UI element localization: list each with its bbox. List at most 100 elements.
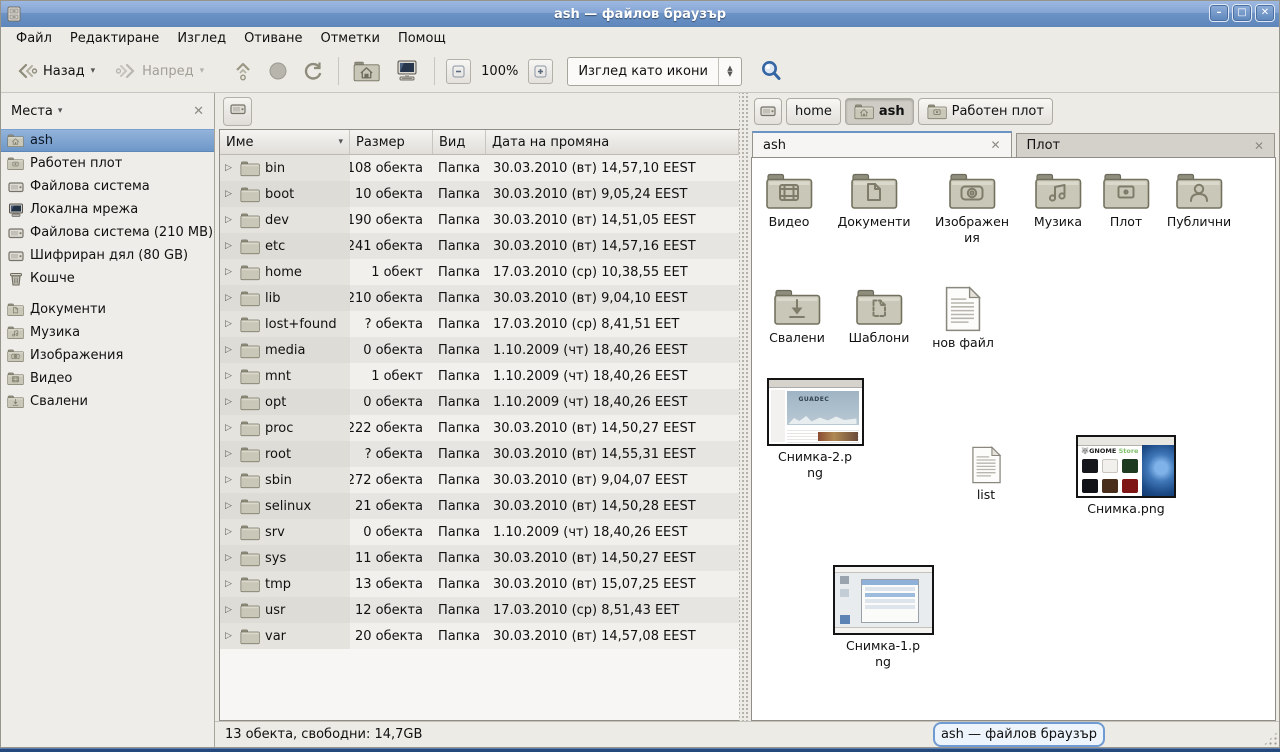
tree-row-usr[interactable]: ▷usr12 обектаПапка17.03.2010 (ср) 8,51,4… bbox=[220, 597, 739, 623]
zoom-in-button[interactable] bbox=[528, 59, 553, 84]
expander-icon[interactable]: ▷ bbox=[225, 449, 235, 459]
tree-row-etc[interactable]: ▷etc241 обектаПапка30.03.2010 (вт) 14,57… bbox=[220, 233, 739, 259]
maximize-button[interactable]: □ bbox=[1232, 4, 1252, 22]
search-button[interactable] bbox=[752, 55, 790, 87]
expander-icon[interactable]: ▷ bbox=[225, 501, 235, 511]
file-item-Документи[interactable]: Документи bbox=[826, 170, 922, 230]
file-item-Снимка-1.png[interactable]: Снимка-1.png bbox=[835, 565, 931, 669]
expander-icon[interactable]: ▷ bbox=[225, 397, 235, 407]
expander-icon[interactable]: ▷ bbox=[225, 631, 235, 641]
tab-ash[interactable]: ash✕ bbox=[752, 131, 1012, 157]
tree-row-boot[interactable]: ▷boot10 обектаПапка30.03.2010 (вт) 9,05,… bbox=[220, 181, 739, 207]
breadcrumb-ash[interactable]: ash bbox=[845, 98, 914, 125]
tree-row-mnt[interactable]: ▷mnt1 обектПапка1.10.2009 (чт) 18,40,26 … bbox=[220, 363, 739, 389]
expander-icon[interactable]: ▷ bbox=[225, 267, 235, 277]
menu-item-3[interactable]: Отиване bbox=[235, 29, 311, 48]
column-header-Име[interactable]: Име▾ bbox=[220, 130, 350, 154]
tree-row-dev[interactable]: ▷dev190 обектаПапка30.03.2010 (вт) 14,51… bbox=[220, 207, 739, 233]
sidebar-item-Свалени[interactable]: Свалени bbox=[1, 390, 214, 413]
resize-grip[interactable] bbox=[1263, 731, 1278, 746]
taskbar-window-button[interactable]: ash — файлов браузър bbox=[933, 722, 1105, 747]
tree-row-opt[interactable]: ▷opt0 обектаПапка1.10.2009 (чт) 18,40,26… bbox=[220, 389, 739, 415]
column-header-Размер[interactable]: Размер bbox=[350, 130, 433, 154]
menu-item-1[interactable]: Редактиране bbox=[61, 29, 168, 48]
file-item-Шаблони[interactable]: Шаблони bbox=[831, 286, 927, 346]
file-item-Публични[interactable]: Публични bbox=[1151, 170, 1247, 230]
zoom-out-button[interactable] bbox=[446, 59, 471, 84]
sidebar-item-Изображения[interactable]: Изображения bbox=[1, 344, 214, 367]
tree-row-tmp[interactable]: ▷tmp13 обектаПапка30.03.2010 (вт) 15,07,… bbox=[220, 571, 739, 597]
titlebar[interactable]: ash — файлов браузър – □ ✕ bbox=[1, 1, 1279, 28]
file-item-Снимка.png[interactable]: 🐺GNOME StoreСнимка.png bbox=[1078, 435, 1174, 517]
sidebar-close-icon[interactable]: ✕ bbox=[193, 104, 204, 119]
breadcrumb-Работен плот[interactable]: Работен плот bbox=[918, 98, 1053, 125]
expander-icon[interactable]: ▷ bbox=[225, 423, 235, 433]
tree-row-selinux[interactable]: ▷selinux21 обектаПапка30.03.2010 (вт) 14… bbox=[220, 493, 739, 519]
computer-button[interactable] bbox=[387, 54, 427, 88]
file-item-list[interactable]: list bbox=[938, 446, 1034, 503]
sidebar-item-Файлова система[interactable]: Файлова система bbox=[1, 175, 214, 198]
root-location-button[interactable] bbox=[223, 97, 252, 126]
tree-row-var[interactable]: ▷var20 обектаПапка30.03.2010 (вт) 14,57,… bbox=[220, 623, 739, 649]
file-item-Снимка-2.png[interactable]: GUADECСнимка-2.png bbox=[767, 378, 863, 480]
tree-row-srv[interactable]: ▷srv0 обектаПапка1.10.2009 (чт) 18,40,26… bbox=[220, 519, 739, 545]
sidebar-item-Шифриран дял (80 GB)[interactable]: Шифриран дял (80 GB) bbox=[1, 244, 214, 267]
back-button[interactable]: Назад ▾ bbox=[9, 58, 102, 84]
expander-icon[interactable]: ▷ bbox=[225, 319, 235, 329]
expander-icon[interactable]: ▷ bbox=[225, 579, 235, 589]
tab-close-icon[interactable]: ✕ bbox=[990, 138, 1000, 152]
menu-item-0[interactable]: Файл bbox=[7, 29, 61, 48]
sidebar-item-Файлова система (210 MB)[interactable]: Файлова система (210 MB) bbox=[1, 221, 214, 244]
expander-icon[interactable]: ▷ bbox=[225, 189, 235, 199]
tree-row-sys[interactable]: ▷sys11 обектаПапка30.03.2010 (вт) 14,50,… bbox=[220, 545, 739, 571]
tree-row-root[interactable]: ▷root? обектаПапка30.03.2010 (вт) 14,55,… bbox=[220, 441, 739, 467]
tab-Плот[interactable]: Плот✕ bbox=[1016, 133, 1276, 157]
sidebar-item-Документи[interactable]: Документи bbox=[1, 298, 214, 321]
file-item-Изображения[interactable]: Изображения bbox=[924, 170, 1020, 245]
expander-icon[interactable]: ▷ bbox=[225, 163, 235, 173]
pane-splitter[interactable] bbox=[739, 93, 748, 721]
column-header-Дата на промяна[interactable]: Дата на промяна bbox=[486, 130, 739, 154]
close-button[interactable]: ✕ bbox=[1255, 4, 1275, 22]
breadcrumb-root[interactable] bbox=[754, 98, 782, 125]
tree-row-bin[interactable]: ▷bin108 обектаПапка30.03.2010 (вт) 14,57… bbox=[220, 155, 739, 181]
up-button[interactable] bbox=[225, 56, 261, 86]
tree-row-lost+found[interactable]: ▷lost+found? обектаПапка17.03.2010 (ср) … bbox=[220, 311, 739, 337]
sidebar-item-ash[interactable]: ash bbox=[1, 129, 214, 152]
file-item-нов файл[interactable]: нов файл bbox=[915, 286, 1011, 351]
back-dropdown-icon[interactable]: ▾ bbox=[91, 66, 96, 76]
expander-icon[interactable]: ▷ bbox=[225, 215, 235, 225]
menu-item-4[interactable]: Отметки bbox=[311, 29, 388, 48]
sidebar-item-Музика[interactable]: Музика bbox=[1, 321, 214, 344]
home-button[interactable] bbox=[346, 55, 387, 87]
stop-button[interactable] bbox=[261, 57, 295, 85]
tree-row-proc[interactable]: ▷proc222 обектаПапка30.03.2010 (вт) 14,5… bbox=[220, 415, 739, 441]
forward-button[interactable]: Напред ▾ bbox=[108, 58, 211, 84]
tree-row-home[interactable]: ▷home1 обектПапка17.03.2010 (ср) 10,38,5… bbox=[220, 259, 739, 285]
icon-view[interactable]: ВидеоДокументиИзображенияМузикаПлотПубли… bbox=[751, 157, 1276, 721]
tree-row-sbin[interactable]: ▷sbin272 обектаПапка30.03.2010 (вт) 9,04… bbox=[220, 467, 739, 493]
sidebar-item-Локална мрежа[interactable]: Локална мрежа bbox=[1, 198, 214, 221]
sidebar-item-Видео[interactable]: Видео bbox=[1, 367, 214, 390]
reload-button[interactable] bbox=[295, 56, 331, 86]
breadcrumb-home[interactable]: home bbox=[786, 98, 841, 125]
expander-icon[interactable]: ▷ bbox=[225, 345, 235, 355]
expander-icon[interactable]: ▷ bbox=[225, 475, 235, 485]
tree-row-lib[interactable]: ▷lib210 обектаПапка30.03.2010 (вт) 9,04,… bbox=[220, 285, 739, 311]
sidebar-item-Кошче[interactable]: Кошче bbox=[1, 267, 214, 290]
minimize-button[interactable]: – bbox=[1209, 4, 1229, 22]
expander-icon[interactable]: ▷ bbox=[225, 371, 235, 381]
menu-item-5[interactable]: Помощ bbox=[389, 29, 455, 48]
expander-icon[interactable]: ▷ bbox=[225, 241, 235, 251]
expander-icon[interactable]: ▷ bbox=[225, 553, 235, 563]
tab-close-icon[interactable]: ✕ bbox=[1254, 139, 1264, 153]
view-selector[interactable]: Изглед като икони ▲▼ bbox=[567, 57, 742, 86]
expander-icon[interactable]: ▷ bbox=[225, 293, 235, 303]
expander-icon[interactable]: ▷ bbox=[225, 527, 235, 537]
sidebar-item-Работен плот[interactable]: Работен плот bbox=[1, 152, 214, 175]
expander-icon[interactable]: ▷ bbox=[225, 605, 235, 615]
file-item-Видео[interactable]: Видео bbox=[751, 170, 837, 230]
tree-row-media[interactable]: ▷media0 обектаПапка1.10.2009 (чт) 18,40,… bbox=[220, 337, 739, 363]
places-selector[interactable]: Места ▾ bbox=[11, 104, 62, 119]
menu-item-2[interactable]: Изглед bbox=[168, 29, 235, 48]
